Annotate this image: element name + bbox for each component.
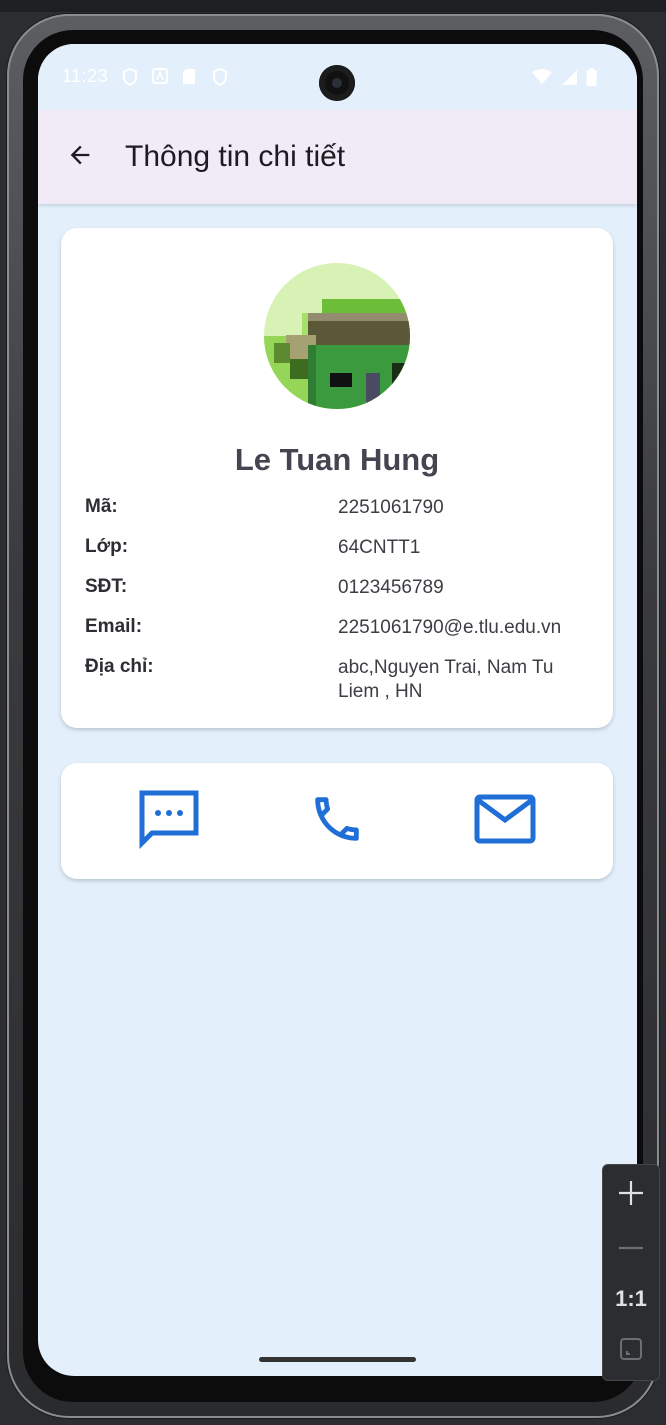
status-bar: 11:23: [38, 44, 637, 110]
email-icon: [474, 794, 536, 849]
info-label: Lớp:: [85, 536, 129, 557]
info-label: Địa chỉ:: [85, 656, 154, 677]
arrow-back-icon: [66, 141, 94, 174]
contact-actions-card: [61, 763, 613, 879]
info-label: Email:: [85, 616, 143, 637]
profile-name: Le Tuan Hung: [234, 442, 440, 477]
info-value: 0123456789: [338, 577, 444, 598]
status-system-icons: [532, 68, 597, 91]
info-value: 64CNTT1: [338, 537, 421, 558]
email-button[interactable]: [471, 789, 539, 853]
signal-icon: [560, 69, 578, 91]
info-value: 2251061790@e.tlu.edu.vn: [338, 617, 562, 638]
avatar: [264, 263, 410, 409]
profile-card: Le Tuan Hung Mã: 2251061790 Lớp: 64CNTT1…: [61, 228, 613, 728]
info-value: abc,Nguyen Trai, Nam Tu Liem , HN: [338, 657, 554, 702]
plus-icon: [618, 1180, 644, 1211]
emulator-zoom-panel: 1:1: [602, 1164, 660, 1381]
home-indicator[interactable]: [259, 1357, 416, 1362]
status-notification-icons: [122, 67, 228, 87]
sd-card-icon: [182, 68, 198, 84]
device-screen: 11:23 Thông tin chi tiết Le Tuan Hung Mã…: [38, 44, 637, 1376]
font-icon: [152, 68, 168, 84]
zoom-reset-button[interactable]: 1:1: [603, 1275, 659, 1323]
battery-icon: [586, 68, 597, 91]
zoom-in-button[interactable]: [603, 1171, 659, 1219]
back-button[interactable]: [60, 137, 100, 177]
info-value: 2251061790: [338, 497, 444, 518]
status-time: 11:23: [62, 66, 109, 86]
page-title: Thông tin chi tiết: [125, 140, 346, 173]
zoom-out-button[interactable]: [603, 1222, 659, 1270]
zoom-reset-label: 1:1: [615, 1286, 647, 1311]
fit-screen-icon: [619, 1337, 643, 1366]
front-camera: [319, 65, 355, 101]
shield-icon: [122, 67, 138, 87]
ide-top-strip: [0, 0, 666, 12]
info-label: Mã:: [85, 496, 118, 517]
shield-icon: [212, 67, 228, 87]
message-icon: [138, 789, 200, 854]
top-app-bar: Thông tin chi tiết: [38, 110, 637, 204]
minus-icon: [618, 1237, 644, 1255]
phone-icon: [308, 790, 366, 853]
info-label: SĐT:: [85, 576, 128, 597]
call-button[interactable]: [303, 789, 371, 853]
message-button[interactable]: [135, 789, 203, 853]
wifi-icon: [532, 69, 552, 90]
fit-screen-button[interactable]: [603, 1327, 659, 1375]
